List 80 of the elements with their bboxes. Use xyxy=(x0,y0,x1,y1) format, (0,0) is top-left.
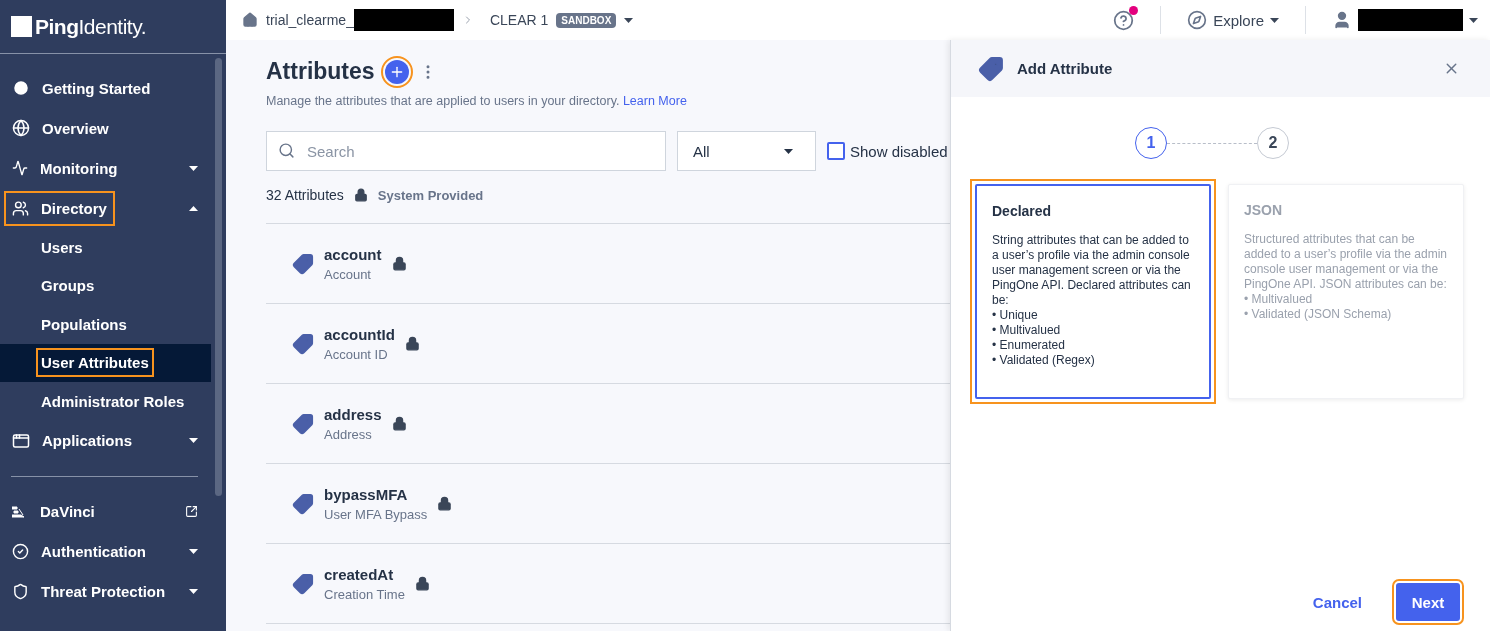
attribute-label: Account ID xyxy=(324,346,389,362)
nav-item[interactable]: Threat Protection xyxy=(8,578,170,605)
tag-icon xyxy=(978,55,1004,82)
users-icon xyxy=(12,199,29,217)
attribute-row[interactable]: accountId Account ID xyxy=(266,304,950,384)
card-title: JSON xyxy=(1244,202,1284,218)
panel-title: Add Attribute xyxy=(1017,60,1114,77)
add-button[interactable] xyxy=(384,59,409,84)
nav-subitem[interactable]: Populations xyxy=(38,311,130,337)
tag-icon xyxy=(292,412,314,435)
attribute-count: 32 Attributes xyxy=(266,187,344,203)
attribute-label: Account xyxy=(324,266,372,282)
attribute-name: createdAt xyxy=(324,565,395,583)
caret-icon xyxy=(1469,17,1478,23)
bullet-item: • Unique xyxy=(992,308,1039,323)
caret-icon xyxy=(1270,17,1279,23)
bullet-item: • Validated (Regex) xyxy=(992,353,1096,368)
nav-item[interactable]: Overview xyxy=(8,114,113,142)
caret-icon xyxy=(784,148,793,154)
tag-icon xyxy=(292,572,314,595)
attribute-row[interactable]: bypassMFA User MFA Bypass xyxy=(266,464,950,544)
scrollbar[interactable] xyxy=(215,58,222,496)
caret-icon xyxy=(624,17,634,23)
lock-icon xyxy=(353,188,368,202)
tag-icon xyxy=(292,492,314,515)
attribute-name: bypassMFA xyxy=(324,485,409,503)
learn-more-link[interactable]: Learn More xyxy=(622,94,687,108)
logo-square-icon xyxy=(11,16,32,37)
attribute-row[interactable]: createdAt Creation Time xyxy=(266,544,950,624)
environment-name[interactable]: CLEAR 1 xyxy=(489,12,549,28)
nav-item[interactable]: Getting Started xyxy=(8,74,155,102)
attribute-name: account xyxy=(324,245,382,263)
explore-menu[interactable]: Explore xyxy=(1187,10,1264,30)
nav-item[interactable]: Applications xyxy=(8,426,136,455)
filter-dropdown[interactable]: All xyxy=(677,131,816,171)
card-description: Structured attributes that can be added to a user’s profile via the admin console user management or via the PingOne API. JSON attributes can be: xyxy=(1244,232,1448,292)
checkbox[interactable] xyxy=(827,142,845,160)
breadcrumb[interactable]: trial_clearme_ xyxy=(266,12,354,28)
window-icon xyxy=(12,431,30,450)
bullet-item: • Multivalued xyxy=(992,323,1062,338)
nav-item[interactable]: DaVinci xyxy=(8,498,99,525)
check-circle-icon xyxy=(12,543,29,560)
help-icon[interactable] xyxy=(1113,9,1135,31)
legend-label: System Provided xyxy=(377,187,484,203)
checkbox-label: Show disabled xyxy=(850,142,948,160)
search-field[interactable]: Search xyxy=(266,131,666,171)
card-description: String attributes that can be added to a user’s profile via the admin console user management screen or via the PingOne API. Declared attributes can be: xyxy=(992,233,1192,308)
card-title: Declared xyxy=(992,203,1053,219)
nav-subitem[interactable]: Administrator Roles xyxy=(38,388,188,414)
bullet-item: • Enumerated xyxy=(992,338,1066,353)
selected-nav-item[interactable]: User Attributes xyxy=(0,343,211,382)
globe-icon xyxy=(12,119,30,137)
nav-item[interactable]: Monitoring xyxy=(8,154,122,182)
page-description: Manage the attributes that are applied to users in your directory. Learn More xyxy=(266,94,688,108)
nav-item[interactable]: Authentication xyxy=(8,538,150,565)
bullet-item: • Multivalued xyxy=(1244,292,1314,307)
nav-subitem[interactable]: Users xyxy=(38,234,86,260)
environment-badge: SANDBOX xyxy=(556,12,617,28)
attribute-row[interactable]: address Address xyxy=(266,384,950,464)
attribute-row[interactable]: account Account xyxy=(266,224,950,304)
attribute-label: Creation Time xyxy=(324,586,405,602)
nav-item[interactable]: Directory xyxy=(8,194,111,222)
compass-icon xyxy=(1187,10,1208,30)
attribute-label: User MFA Bypass xyxy=(324,506,428,522)
nav-subitem[interactable]: User Attributes xyxy=(38,350,152,376)
pulse-icon xyxy=(12,160,28,176)
external-link-icon xyxy=(185,505,198,518)
cancel-button[interactable]: Cancel xyxy=(1306,592,1368,612)
tag-icon xyxy=(292,332,314,355)
tag-icon xyxy=(292,252,314,275)
attribute-name: address xyxy=(324,405,382,423)
attribute-label: Address xyxy=(324,426,373,442)
bullet-item: • Validated (JSON Schema) xyxy=(1244,307,1393,322)
user-icon[interactable] xyxy=(1332,10,1352,30)
logo: PingIdentity. xyxy=(35,14,146,39)
nav-subitem[interactable]: Groups xyxy=(38,273,98,299)
page-title: Attributes xyxy=(266,58,375,85)
home-icon[interactable] xyxy=(242,12,258,28)
shield-icon xyxy=(12,583,29,600)
attribute-name: accountId xyxy=(324,325,395,343)
